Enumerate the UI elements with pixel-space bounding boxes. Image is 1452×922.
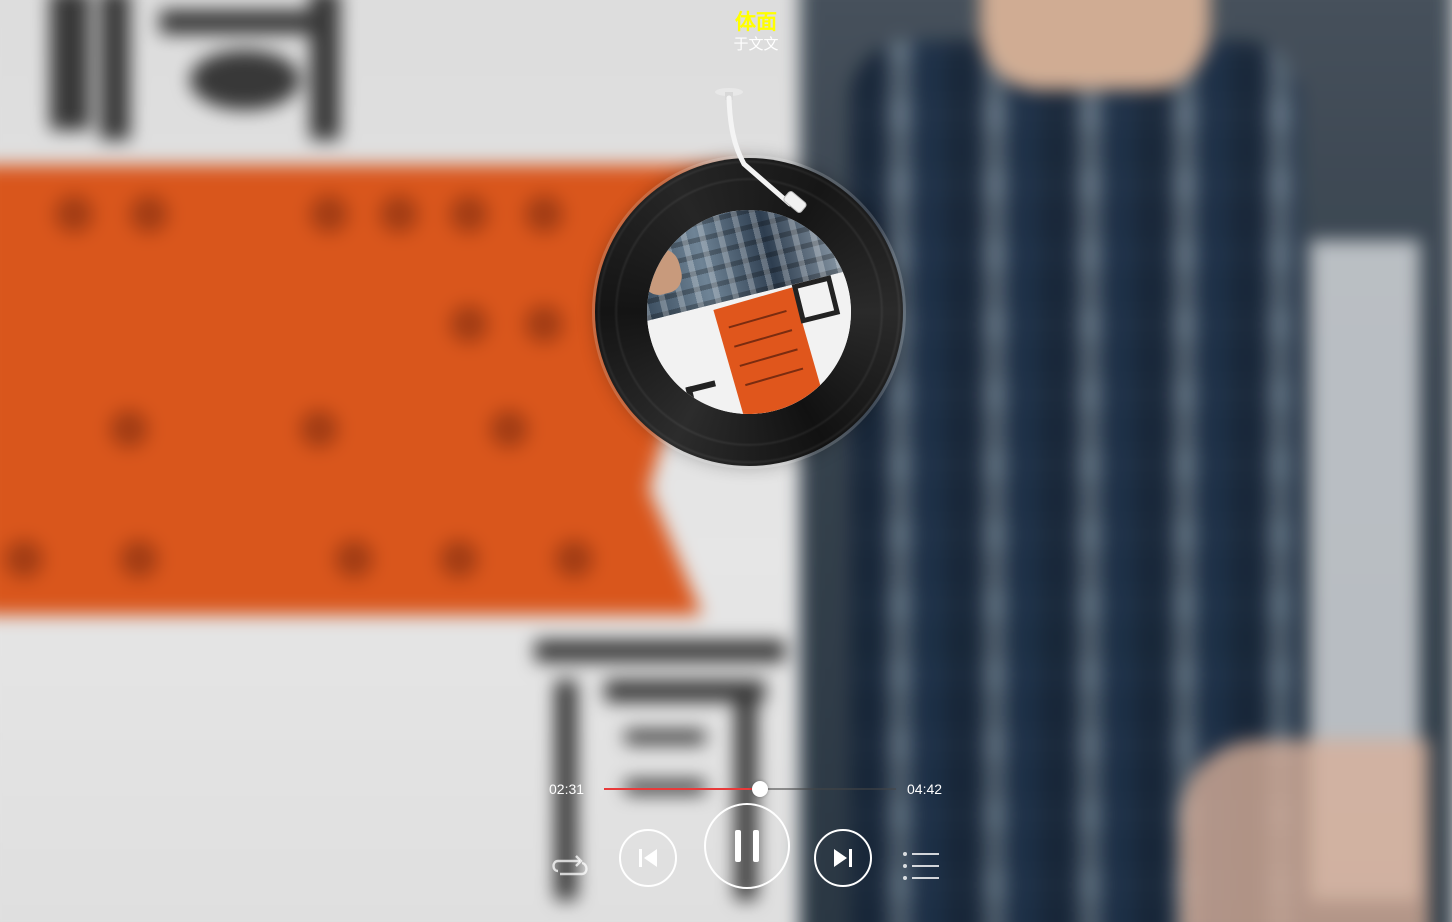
playlist-icon bbox=[903, 852, 939, 880]
progress-thumb[interactable] bbox=[752, 781, 769, 797]
previous-button[interactable] bbox=[619, 829, 677, 887]
total-time: 04:42 bbox=[907, 781, 943, 797]
playlist-button[interactable] bbox=[902, 851, 940, 883]
progress-bar[interactable] bbox=[604, 781, 896, 797]
artist-name: 于文文 bbox=[733, 36, 779, 53]
song-title: 体面 bbox=[735, 11, 777, 34]
tonearm bbox=[715, 88, 807, 213]
previous-track-icon bbox=[639, 849, 657, 867]
play-pause-button[interactable] bbox=[704, 803, 790, 889]
next-track-icon bbox=[834, 849, 852, 867]
progress-fill bbox=[604, 788, 761, 790]
pause-icon bbox=[735, 830, 759, 862]
loop-icon bbox=[552, 855, 588, 876]
next-button[interactable] bbox=[814, 829, 872, 887]
current-time: 02:31 bbox=[549, 781, 585, 797]
song-header: 体面 于文文 bbox=[706, 10, 806, 54]
loop-button[interactable] bbox=[550, 850, 590, 882]
